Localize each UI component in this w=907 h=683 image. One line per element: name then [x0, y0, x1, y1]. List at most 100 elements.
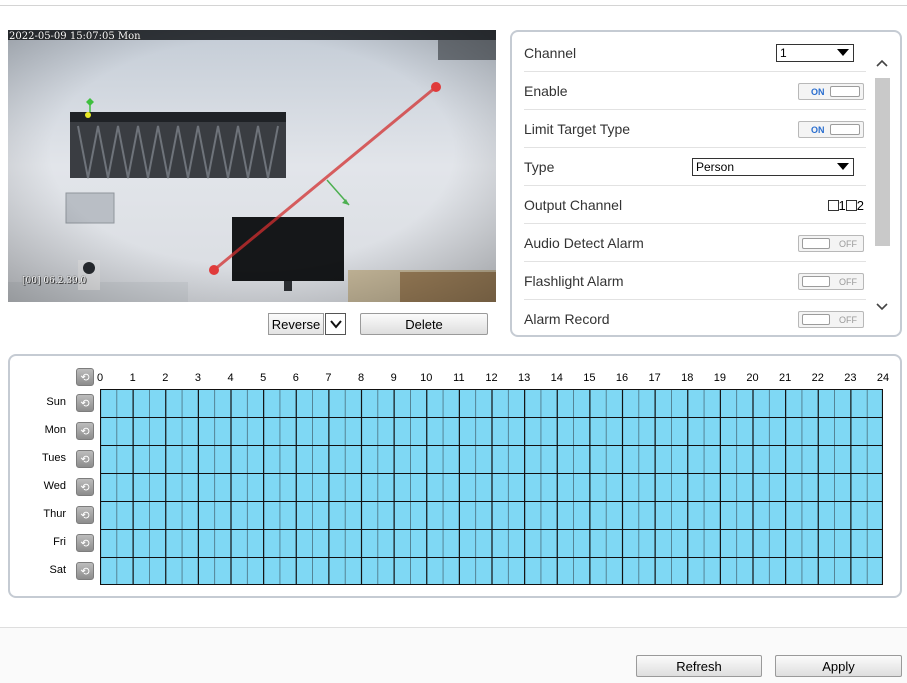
- settings-scrollbar[interactable]: [874, 44, 890, 314]
- delete-button[interactable]: Delete: [360, 313, 488, 335]
- output-channel-label: Output Channel: [524, 196, 623, 213]
- hour-label-22: 22: [811, 372, 824, 384]
- channel-value: 1: [780, 46, 787, 60]
- audio-detect-alarm-row: Audio Detect Alarm OFF: [524, 224, 866, 262]
- scroll-up-button[interactable]: [874, 54, 890, 70]
- audio-detect-alarm-toggle-state: OFF: [839, 238, 857, 249]
- hour-label-21: 21: [779, 372, 792, 384]
- hour-label-18: 18: [681, 372, 694, 384]
- channel-select[interactable]: 1: [776, 44, 854, 62]
- hour-label-13: 13: [518, 372, 531, 384]
- hour-label-11: 11: [453, 372, 465, 384]
- hour-label-23: 23: [844, 372, 857, 384]
- chevron-down-icon: [837, 163, 849, 170]
- hour-label-20: 20: [746, 372, 759, 384]
- output-channel-row: Output Channel 1 2: [524, 186, 866, 224]
- video-timestamp-osd: 2022-05-09 15:07:05 Mon: [9, 31, 141, 42]
- reverse-select[interactable]: Reverse: [268, 313, 324, 335]
- toggle-knob: [830, 124, 860, 135]
- output-channel-1-checkbox[interactable]: [827, 200, 839, 211]
- video-camera-osd: [00] 06.2.39.0: [22, 276, 87, 286]
- limit-target-type-label: Limit Target Type: [524, 120, 631, 137]
- flashlight-alarm-label: Flashlight Alarm: [524, 272, 624, 289]
- enable-row: Enable ON: [524, 72, 866, 110]
- day-label-tues: Tues: [41, 452, 66, 464]
- swap-circle-icon[interactable]: ⟲: [76, 478, 94, 496]
- rule-settings-panel: Channel 1 Enable ON Limit Target Type ON…: [510, 30, 902, 337]
- hour-label-19: 19: [713, 372, 726, 384]
- hour-label-17: 17: [648, 372, 661, 384]
- hour-label-16: 16: [615, 372, 629, 384]
- type-label: Type: [524, 158, 555, 175]
- flashlight-alarm-row: Flashlight Alarm OFF: [524, 262, 866, 300]
- flashlight-alarm-toggle[interactable]: OFF: [798, 273, 864, 290]
- top-divider: [0, 5, 907, 6]
- day-label-fri: Fri: [53, 536, 66, 548]
- toggle-knob: [802, 238, 830, 249]
- hour-label-2: 2: [162, 372, 169, 384]
- limit-target-type-toggle-state: ON: [811, 124, 825, 135]
- enable-label: Enable: [524, 82, 568, 99]
- output-channel-2-label: 2: [856, 198, 864, 213]
- hour-label-7: 7: [325, 372, 332, 384]
- hour-label-4: 4: [227, 372, 234, 384]
- schedule-grid[interactable]: [100, 389, 883, 585]
- audio-detect-alarm-label: Audio Detect Alarm: [524, 234, 644, 251]
- alarm-record-row: Alarm Record OFF: [524, 300, 866, 335]
- day-label-sat: Sat: [49, 564, 66, 576]
- toggle-knob: [830, 86, 860, 97]
- hour-label-5: 5: [260, 372, 267, 384]
- live-video-view[interactable]: 2022-05-09 15:07:05 Mon [00] 06.2.39.0: [8, 30, 496, 302]
- flashlight-alarm-toggle-state: OFF: [839, 276, 857, 287]
- arming-schedule: ⟲ 0 1 2 3 4 5 6 7 8 9 10 11 12 13 14 15 16 17 18 19 20 21 22 23…: [8, 354, 902, 598]
- alarm-record-toggle-state: OFF: [839, 314, 857, 325]
- day-label-wed: Wed: [43, 480, 66, 492]
- alarm-record-label: Alarm Record: [524, 311, 610, 327]
- type-select[interactable]: Person: [692, 158, 854, 176]
- type-value: Person: [696, 160, 735, 174]
- swap-circle-icon[interactable]: ⟲: [76, 394, 94, 412]
- chevron-down-icon: [837, 49, 849, 56]
- hour-label-14: 14: [550, 372, 563, 384]
- channel-label: Channel: [524, 44, 577, 61]
- day-label-sun: Sun: [46, 396, 66, 408]
- output-channel-options: 1 2: [827, 198, 864, 213]
- limit-target-type-row: Limit Target Type ON: [524, 110, 866, 148]
- output-channel-1-label: 1: [838, 198, 846, 213]
- hour-label-10: 10: [420, 372, 433, 384]
- hour-label-15: 15: [583, 372, 596, 384]
- swap-circle-icon[interactable]: ⟲: [76, 450, 94, 468]
- swap-circle-icon[interactable]: ⟲: [76, 422, 94, 440]
- day-label-thur: Thur: [43, 508, 66, 520]
- footer-bar: [0, 628, 907, 683]
- audio-detect-alarm-toggle[interactable]: OFF: [798, 235, 864, 252]
- alarm-record-toggle[interactable]: OFF: [798, 311, 864, 328]
- day-label-mon: Mon: [44, 424, 66, 436]
- toggle-knob: [802, 314, 830, 325]
- limit-target-type-toggle[interactable]: ON: [798, 121, 864, 138]
- scroll-down-button[interactable]: [874, 298, 890, 314]
- schedule-grid-cells[interactable]: [100, 389, 883, 585]
- hour-label-8: 8: [357, 372, 365, 384]
- enable-toggle-state: ON: [811, 86, 825, 97]
- chevron-down-icon: [329, 320, 342, 329]
- swap-circle-icon[interactable]: ⟲: [76, 506, 94, 524]
- refresh-button[interactable]: Refresh: [636, 655, 762, 677]
- scrollbar-thumb[interactable]: [875, 78, 890, 246]
- hour-label-24: 24: [876, 372, 890, 384]
- channel-row: Channel 1: [524, 34, 866, 72]
- enable-toggle[interactable]: ON: [798, 83, 864, 100]
- swap-circle-icon[interactable]: ⟲: [76, 534, 94, 552]
- toggle-knob: [802, 276, 830, 287]
- hour-label-0: 0: [96, 372, 104, 384]
- hour-label-1: 1: [129, 372, 136, 384]
- output-channel-2-checkbox[interactable]: [845, 200, 857, 211]
- chevron-up-icon: [876, 59, 888, 67]
- reverse-dropdown-button[interactable]: [325, 313, 346, 335]
- video-frame-scene: [8, 30, 496, 302]
- hour-label-6: 6: [292, 372, 299, 384]
- type-row: Type Person: [524, 148, 866, 186]
- apply-button[interactable]: Apply: [775, 655, 902, 677]
- swap-circle-icon[interactable]: ⟲: [76, 562, 94, 580]
- chevron-down-icon: [876, 303, 888, 311]
